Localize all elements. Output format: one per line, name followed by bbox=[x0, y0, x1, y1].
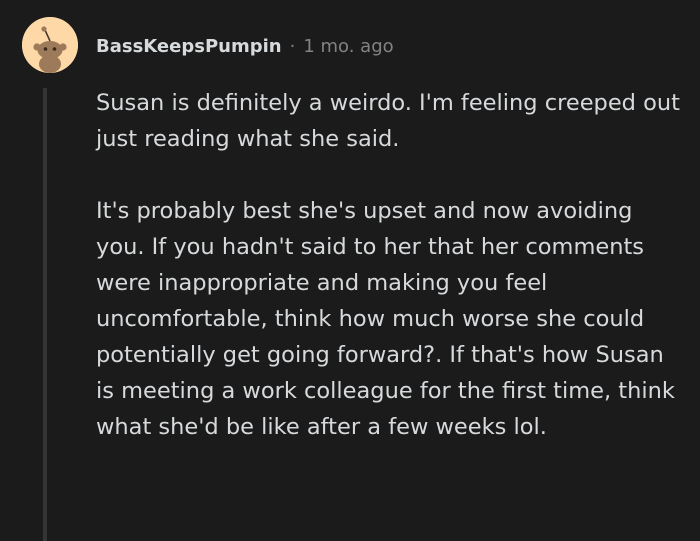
thread-collapse-line[interactable] bbox=[43, 88, 47, 541]
snoo-avatar-icon[interactable] bbox=[22, 17, 78, 73]
comment-body: Susan is definitely a weirdo. I'm feelin… bbox=[96, 85, 686, 445]
comment-meta: BassKeepsPumpin · 1 mo. ago bbox=[96, 33, 394, 59]
comment-timestamp[interactable]: 1 mo. ago bbox=[303, 36, 393, 57]
username-link[interactable]: BassKeepsPumpin bbox=[96, 36, 282, 57]
comment-paragraph: Susan is definitely a weirdo. I'm feelin… bbox=[96, 90, 680, 152]
meta-separator: · bbox=[289, 35, 296, 57]
comment: BassKeepsPumpin · 1 mo. ago Susan is def… bbox=[0, 0, 700, 541]
comment-paragraph: It's probably best she's upset and now a… bbox=[96, 198, 675, 440]
